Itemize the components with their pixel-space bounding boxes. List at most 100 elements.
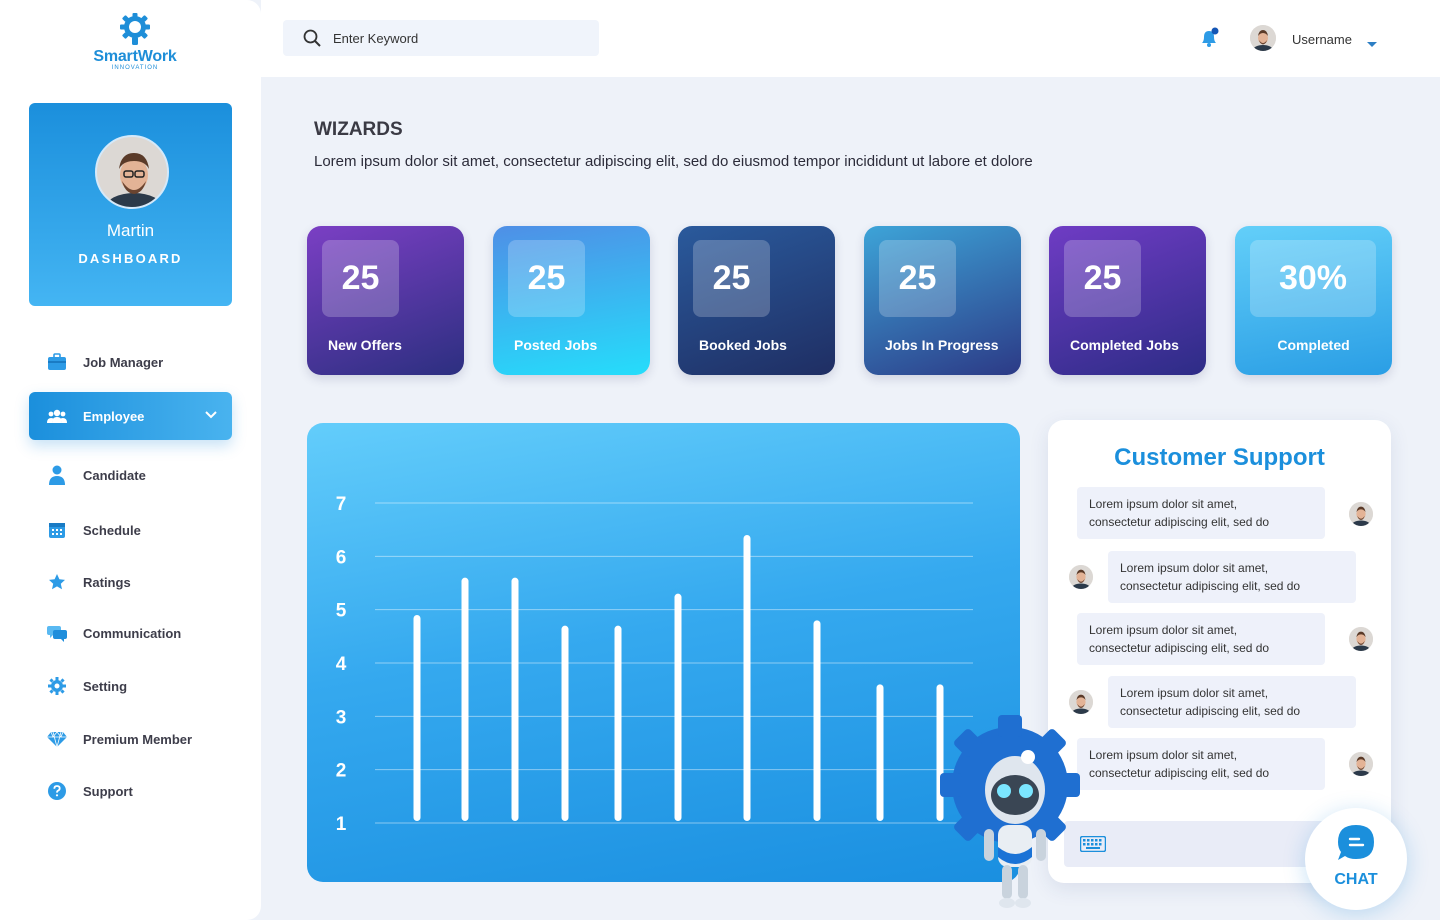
stat-label: Booked Jobs — [699, 337, 787, 353]
chat-button[interactable]: CHAT — [1305, 808, 1407, 910]
avatar — [1349, 752, 1373, 776]
question-icon — [47, 781, 67, 801]
y-tick-label: 2 — [336, 761, 347, 782]
y-tick-label: 1 — [336, 814, 347, 835]
avatar — [1069, 690, 1093, 714]
sidebar-item-label: Communication — [83, 625, 182, 641]
search-icon[interactable] — [303, 29, 321, 47]
stat-label: Completed — [1277, 337, 1350, 353]
avatar — [1349, 627, 1373, 651]
chart-bar[interactable] — [813, 620, 821, 821]
gear-bulb-logo-icon — [120, 13, 150, 45]
profile-card[interactable]: Martin DASHBOARD — [29, 103, 232, 306]
chat-label: CHAT — [1334, 871, 1378, 888]
stat-value: 25 — [693, 240, 770, 317]
message-line: Lorem ipsum dolor sit amet, — [1089, 623, 1238, 637]
stat-value: 25 — [322, 240, 399, 317]
robot-mascot-image — [940, 715, 1080, 920]
bell-icon[interactable] — [1199, 27, 1221, 54]
stat-card-completed-jobs[interactable]: 25 Completed Jobs — [1049, 226, 1206, 375]
chat-message: Lorem ipsum dolor sit amet, consectetur … — [1108, 551, 1356, 603]
message-line: Lorem ipsum dolor sit amet, — [1120, 561, 1269, 575]
search-input[interactable] — [333, 30, 573, 46]
avatar — [1349, 502, 1373, 526]
stat-value: 25 — [1064, 240, 1141, 317]
stat-card-completed-percent[interactable]: 30% Completed — [1235, 226, 1392, 375]
chat-message: Lorem ipsum dolor sit amet, consectetur … — [1077, 613, 1325, 665]
briefcase-icon — [47, 352, 67, 372]
stat-label: New Offers — [328, 337, 402, 353]
stat-card-posted-jobs[interactable]: 25 Posted Jobs — [493, 226, 650, 375]
chat-message: Lorem ipsum dolor sit amet, consectetur … — [1077, 738, 1325, 790]
sidebar-item-candidate[interactable]: Candidate — [29, 451, 232, 499]
brand-tagline: INNOVATION — [111, 65, 159, 71]
page-title: WIZARDS — [314, 119, 403, 140]
stat-card-jobs-in-progress[interactable]: 25 Jobs In Progress — [864, 226, 1021, 375]
sidebar-item-premium-member[interactable]: Premium Member — [29, 715, 232, 763]
avatar — [1069, 565, 1093, 589]
chart-bar[interactable] — [461, 577, 469, 821]
page-description: Lorem ipsum dolor sit amet, consectetur … — [314, 153, 1033, 170]
chat-bubble-icon — [1337, 824, 1375, 867]
y-tick-label: 4 — [336, 654, 347, 675]
chart-bar[interactable] — [614, 625, 622, 821]
sidebar-item-schedule[interactable]: Schedule — [29, 506, 232, 554]
brand-name: SmartWork — [93, 48, 177, 65]
calendar-icon — [47, 520, 67, 540]
sidebar-item-job-manager[interactable]: Job Manager — [29, 338, 232, 386]
username[interactable]: Username — [1292, 32, 1352, 47]
search-box[interactable] — [283, 20, 599, 56]
bar-chart: 1 2 3 4 5 6 7 — [336, 494, 973, 835]
stat-label: Completed Jobs — [1070, 337, 1179, 353]
gear-icon — [47, 676, 67, 696]
stat-value: 25 — [879, 240, 956, 317]
sidebar-item-label: Job Manager — [83, 354, 164, 370]
stat-value: 30% — [1250, 240, 1376, 317]
bar-chart-panel: 1 2 3 4 5 6 7 — [307, 423, 1020, 882]
message-line: Lorem ipsum dolor sit amet, — [1120, 686, 1269, 700]
chart-bar[interactable] — [876, 684, 884, 821]
sidebar-item-ratings[interactable]: Ratings — [29, 558, 232, 606]
sidebar-item-label: Support — [83, 783, 133, 799]
sidebar-item-label: Schedule — [83, 522, 141, 538]
y-tick-label: 5 — [336, 601, 347, 622]
profile-role: DASHBOARD — [78, 251, 183, 266]
diamond-icon — [47, 729, 67, 749]
sidebar-item-label: Employee — [83, 408, 145, 424]
message-line: Lorem ipsum dolor sit amet, — [1089, 497, 1238, 511]
top-bar: Username — [261, 0, 1440, 77]
chart-bar[interactable] — [561, 625, 569, 821]
sidebar-item-employee[interactable]: Employee — [29, 392, 232, 440]
stat-card-new-offers[interactable]: 25 New Offers — [307, 226, 464, 375]
avatar — [95, 135, 169, 209]
chart-bar[interactable] — [413, 615, 421, 821]
chart-bar[interactable] — [743, 535, 751, 821]
logo[interactable]: SmartWork INNOVATION — [70, 12, 200, 71]
avatar[interactable] — [1250, 25, 1276, 51]
chat-message: Lorem ipsum dolor sit amet, consectetur … — [1077, 487, 1325, 539]
chart-bar[interactable] — [511, 577, 519, 821]
message-line: consectetur adipiscing elit, sed do — [1120, 579, 1301, 593]
group-icon — [47, 406, 67, 426]
sidebar-item-label: Ratings — [83, 574, 131, 590]
sidebar-item-support[interactable]: Support — [29, 767, 232, 815]
stat-value: 25 — [508, 240, 585, 317]
user-icon — [47, 465, 67, 485]
sidebar-item-label: Premium Member — [83, 731, 193, 747]
sidebar-item-communication[interactable]: Communication — [29, 609, 232, 657]
star-icon — [47, 572, 67, 592]
chat-message: Lorem ipsum dolor sit amet, consectetur … — [1108, 676, 1356, 728]
chart-bar[interactable] — [674, 593, 682, 821]
caret-down-icon[interactable] — [1366, 36, 1378, 54]
profile-name: Martin — [106, 221, 155, 240]
message-line: consectetur adipiscing elit, sed do — [1089, 515, 1270, 529]
keyboard-icon[interactable] — [1079, 835, 1107, 857]
message-input[interactable] — [1064, 821, 1344, 867]
stat-card-booked-jobs[interactable]: 25 Booked Jobs — [678, 226, 835, 375]
sidebar-item-label: Setting — [83, 678, 128, 694]
support-title: Customer Support — [1114, 444, 1325, 471]
message-line: Lorem ipsum dolor sit amet, — [1089, 748, 1238, 762]
sidebar-item-setting[interactable]: Setting — [29, 662, 232, 710]
chevron-down-icon[interactable] — [204, 408, 218, 423]
stat-label: Jobs In Progress — [885, 337, 999, 353]
